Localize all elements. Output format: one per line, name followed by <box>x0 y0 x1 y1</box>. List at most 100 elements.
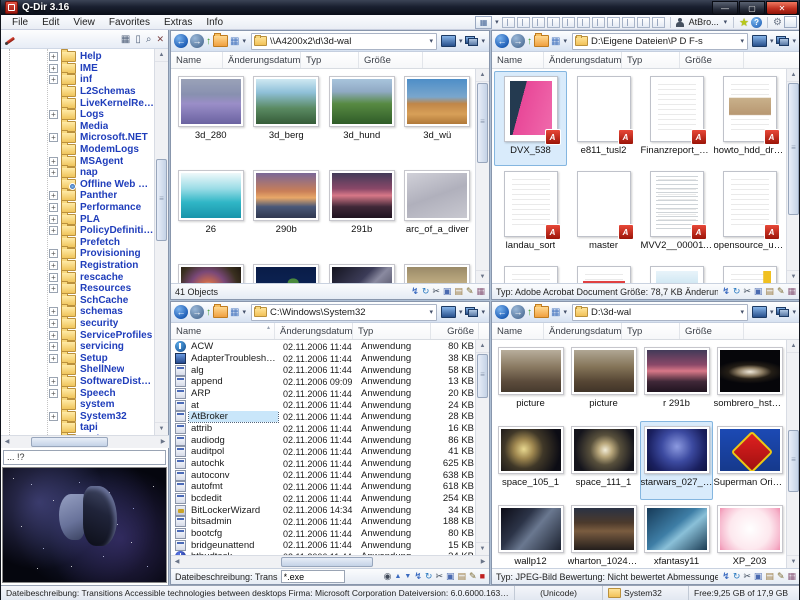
computer-icon[interactable] <box>751 306 767 318</box>
file-item[interactable]: Ahowto_hdd_drea... <box>713 71 786 166</box>
expand-plus-icon[interactable]: + <box>49 272 58 282</box>
edit-icon[interactable]: ✎ <box>777 572 785 581</box>
maximize-button[interactable]: ▢ <box>739 1 765 15</box>
tree-item[interactable]: SchCache <box>1 292 154 306</box>
tree-item[interactable]: + ServiceProfiles <box>1 327 154 341</box>
network-icon[interactable] <box>465 307 479 317</box>
column-header-type[interactable]: Typ <box>622 52 680 68</box>
expand-plus-icon[interactable]: + <box>49 168 58 178</box>
column-header-date[interactable]: Änderungsdatum <box>275 323 353 339</box>
down-icon[interactable]: ▼ <box>404 573 411 580</box>
column-header-type[interactable]: Typ <box>301 52 359 68</box>
tree-item[interactable]: + Panther <box>1 188 154 202</box>
tree-item[interactable]: + servicing <box>1 339 154 353</box>
copy-icon[interactable]: ▣ <box>443 287 452 296</box>
views-button[interactable]: ▦ <box>551 307 560 318</box>
scroll-thumb[interactable] <box>31 437 108 447</box>
file-item[interactable]: wallp12 <box>494 500 567 568</box>
file-item[interactable] <box>400 259 476 283</box>
table-row[interactable]: audiodg 02.11.2006 11:44 Anwendung 86 KB <box>171 434 475 446</box>
pane-layout-button[interactable] <box>516 16 530 28</box>
column-header-date[interactable]: Änderungsdatum <box>544 323 622 339</box>
tree-close-icon[interactable]: ✕ <box>156 34 164 45</box>
tree-item[interactable]: + Provisioning <box>1 246 154 260</box>
user-profile-icon[interactable] <box>676 17 685 27</box>
file-item[interactable]: Ae811_tusl2 <box>567 71 640 166</box>
new-folder-button[interactable] <box>213 304 228 318</box>
file-item[interactable]: A <box>713 261 786 283</box>
menu-view[interactable]: View <box>66 17 102 28</box>
network-caret[interactable]: ▾ <box>480 37 486 45</box>
file-item[interactable]: space_111_1 <box>567 421 640 500</box>
file-item[interactable]: 3d_wü <box>400 71 476 165</box>
file-item[interactable]: picture <box>567 342 640 421</box>
expand-plus-icon[interactable]: + <box>49 191 58 201</box>
file-item[interactable]: A <box>640 261 713 283</box>
help-icon[interactable]: ? <box>751 16 763 28</box>
scroll-down-icon[interactable]: ▼ <box>476 270 489 283</box>
tree-search-icon[interactable]: ⌕ <box>146 34 152 45</box>
computer-icon[interactable] <box>440 35 456 47</box>
expand-plus-icon[interactable]: + <box>49 318 58 328</box>
stop-icon[interactable]: ■ <box>480 572 485 581</box>
tree-item[interactable]: + IME <box>1 60 154 75</box>
file-item[interactable]: starwars_027_1024 <box>640 421 713 500</box>
copy-icon[interactable]: ▣ <box>754 287 763 296</box>
file-item[interactable]: 3d_hund <box>324 71 400 165</box>
copy-icon[interactable]: ▣ <box>754 572 763 581</box>
new-folder-button[interactable] <box>534 304 549 318</box>
tree-vertical-scrollbar[interactable]: ▲ ▼ <box>154 49 168 435</box>
expand-plus-icon[interactable]: + <box>49 156 58 166</box>
expand-plus-icon[interactable]: + <box>49 214 58 224</box>
menu-extras[interactable]: Extras <box>157 17 199 28</box>
column-header-size[interactable]: Größe <box>431 323 479 339</box>
tree-item[interactable]: + MSAgent <box>1 153 154 167</box>
scroll-down-icon[interactable]: ▼ <box>787 270 799 283</box>
table-row[interactable]: auditpol 02.11.2006 11:44 Anwendung 41 KB <box>171 446 475 458</box>
column-header-date[interactable]: Änderungsdatum <box>544 52 622 68</box>
column-header-size[interactable]: Größe <box>680 52 744 68</box>
paste-icon[interactable]: ▤ <box>458 572 467 581</box>
menu-file[interactable]: File <box>5 17 35 28</box>
pane-layout-button[interactable] <box>531 16 545 28</box>
address-bar[interactable]: \\A4200x2\d\3d-wal ▾ <box>250 32 437 50</box>
expand-plus-icon[interactable]: + <box>49 110 58 120</box>
computer-caret[interactable]: ▾ <box>458 37 464 45</box>
forward-button[interactable]: → <box>511 305 525 319</box>
flash-icon[interactable]: ↯ <box>411 287 419 296</box>
forward-button[interactable]: → <box>190 305 204 319</box>
new-folder-button[interactable] <box>534 33 549 47</box>
tree-item[interactable]: + rescache <box>1 269 154 283</box>
table-row[interactable]: autoconv 02.11.2006 11:44 Anwendung 638 KB <box>171 469 475 481</box>
paste-icon[interactable]: ▤ <box>765 287 774 296</box>
address-caret[interactable]: ▾ <box>739 37 745 45</box>
table-row[interactable]: ACW 02.11.2006 11:44 Anwendung 80 KB <box>171 341 475 353</box>
tree-layout-icon[interactable]: ▦ <box>121 34 130 45</box>
file-item[interactable]: 26 <box>173 165 249 259</box>
back-button[interactable]: ← <box>495 34 509 48</box>
scroll-up-icon[interactable]: ▲ <box>155 49 168 62</box>
tree-item[interactable]: ShellNew <box>1 362 154 376</box>
tree-note-box[interactable]: ... !? <box>3 450 166 465</box>
scroll-up-icon[interactable]: ▲ <box>787 69 799 82</box>
tree-item[interactable]: Media <box>1 118 154 133</box>
edit-icon[interactable]: ✎ <box>466 287 474 296</box>
file-item[interactable]: r 291b <box>640 342 713 421</box>
file-item[interactable]: space_105_1 <box>494 421 567 500</box>
file-item[interactable] <box>249 259 325 283</box>
edit-icon[interactable]: ✎ <box>777 287 785 296</box>
up-icon[interactable]: ▲ <box>394 573 401 580</box>
file-item[interactable]: Superman Original <box>713 421 786 500</box>
tree-item[interactable]: + Registration <box>1 257 154 272</box>
computer-icon[interactable] <box>440 306 456 318</box>
scroll-up-icon[interactable]: ▲ <box>476 69 489 82</box>
find-icon[interactable]: ◉ <box>384 572 392 581</box>
paste-icon[interactable]: ▤ <box>454 287 463 296</box>
address-bar[interactable]: C:\Windows\System32 ▾ <box>250 303 437 321</box>
column-header-type[interactable]: Typ <box>622 323 680 339</box>
refresh-icon[interactable]: ↻ <box>733 572 741 581</box>
address-caret[interactable]: ▾ <box>739 308 745 316</box>
tree-item[interactable]: system <box>1 397 154 411</box>
cut-icon[interactable]: ✂ <box>743 287 751 296</box>
minimize-button[interactable]: — <box>712 1 738 15</box>
